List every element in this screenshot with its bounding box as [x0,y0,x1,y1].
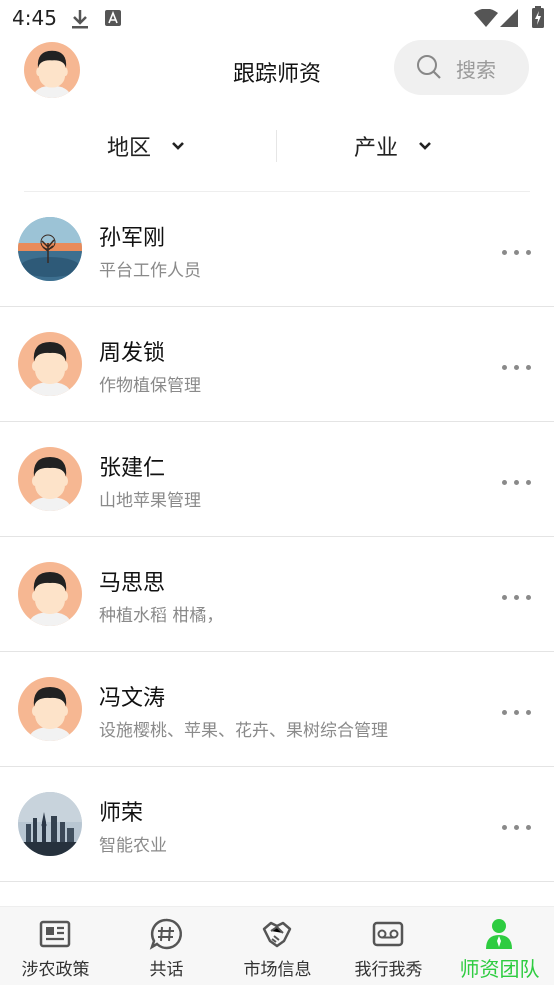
avatar [18,447,82,511]
hashtag-chat-icon [149,918,182,950]
battery-charging-icon [532,6,544,28]
teacher-name: 周发锁 [99,341,166,366]
teacher-name: 冯文涛 [99,686,166,711]
search-icon [417,55,441,79]
avatar [18,792,82,856]
avatar [18,217,82,281]
teacher-name: 马思思 [99,571,166,596]
status-bar: 4:45 [0,0,554,38]
industry-filter-label: 产业 [354,136,399,161]
app-header: 跟踪师资 搜索 [0,38,554,102]
tab-market-info[interactable]: 市场信息 [222,907,333,985]
teacher-description: 平台工作人员 [99,261,201,281]
more-options-icon[interactable] [502,363,532,373]
region-filter[interactable]: 地区 [107,130,185,162]
teacher-description: 设施樱桃、苹果、花卉、果树综合管理 [99,721,388,741]
list-item[interactable]: 孙军刚 平台工作人员 [0,192,554,307]
list-item[interactable]: 马思思种植水稻 柑橘， [0,537,554,652]
tab-label: 涉农政策 [21,960,90,980]
teacher-name: 师荣 [99,801,144,826]
avatar [18,332,82,396]
tab-label: 师资团队 [459,957,540,981]
newspaper-icon [39,920,71,948]
handshake-icon [262,921,292,948]
teacher-description: 种植水稻 柑橘， [99,606,224,626]
tab-label: 共话 [149,960,184,980]
teacher-description: 智能农业 [99,836,167,856]
avatar [18,677,82,741]
more-options-icon[interactable] [502,248,532,258]
app-notification-icon [105,10,121,26]
teacher-description: 山地苹果管理 [99,491,201,511]
tab-teacher-team[interactable]: 师资团队 [444,907,554,985]
tab-label: 我行我秀 [354,960,423,980]
more-options-icon[interactable] [502,708,532,718]
avatar [18,562,82,626]
search-placeholder: 搜索 [456,58,496,82]
tab-discussion[interactable]: 共话 [111,907,222,985]
more-options-icon[interactable] [502,823,532,833]
more-options-icon[interactable] [502,593,532,603]
voicemail-icon [372,921,404,947]
tab-my-show[interactable]: 我行我秀 [333,907,444,985]
status-time: 4:45 [12,6,57,30]
signal-icon [500,9,518,27]
more-options-icon[interactable] [502,478,532,488]
filter-bar: 地区 产业 [0,112,554,182]
chevron-down-icon [419,142,431,150]
download-icon [72,10,88,29]
person-icon [486,919,512,949]
chevron-down-icon [172,142,184,150]
filter-divider [276,130,277,162]
wifi-icon [474,9,498,27]
list-item[interactable]: 周发锁 作物植保管理 [0,307,554,422]
list-item[interactable]: 冯文涛设施樱桃、苹果、花卉、果树综合管理 [0,652,554,767]
list-item[interactable]: 师荣 智能农业 [0,767,554,882]
bottom-nav: 涉农政策 共话 市场信息 我行我秀 师资团队 [0,906,554,985]
teacher-name: 孙军刚 [99,226,166,251]
teacher-description: 作物植保管理 [99,376,201,396]
region-filter-label: 地区 [107,136,152,161]
teacher-list: 孙军刚 平台工作人员 周发锁 作物植保管理 张建仁 山地苹果管理 马思思 种植水稻 柑橘， 冯文… [0,192,554,882]
search-button[interactable]: 搜索 [394,40,529,95]
list-item[interactable]: 张建仁 山地苹果管理 [0,422,554,537]
teacher-name: 张建仁 [99,456,166,481]
industry-filter[interactable]: 产业 [354,130,432,162]
tab-agri-policy[interactable]: 涉农政策 [0,907,111,985]
tab-label: 市场信息 [243,960,312,980]
